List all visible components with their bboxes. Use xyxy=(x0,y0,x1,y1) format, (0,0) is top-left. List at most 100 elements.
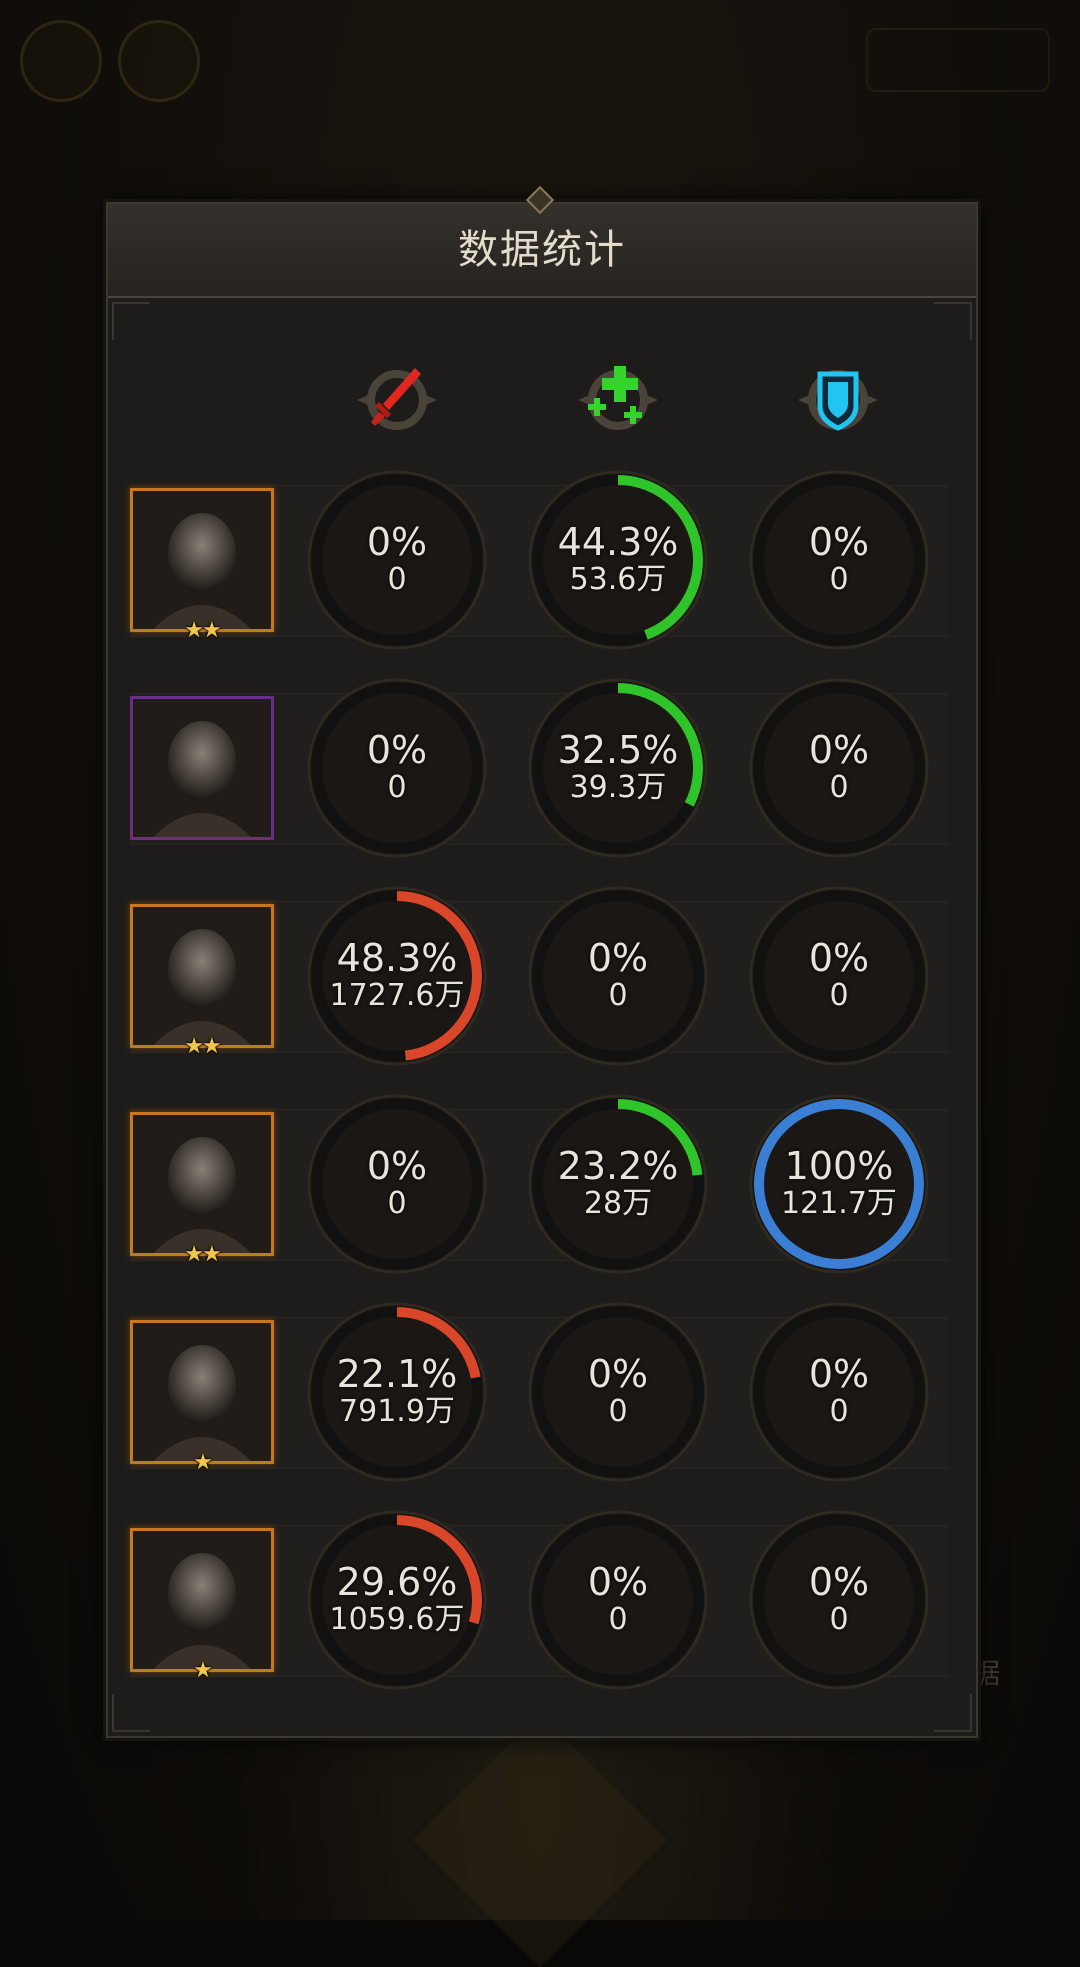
hero-portrait[interactable]: ★★ xyxy=(130,488,274,643)
stat-value: 0 xyxy=(387,1186,407,1221)
heal-stat-ring: 32.5% 39.3万 xyxy=(526,676,710,860)
stat-value: 0 xyxy=(829,1394,849,1429)
stat-text: 0% 0 xyxy=(305,1092,489,1276)
stat-text: 32.5% 39.3万 xyxy=(526,676,710,860)
stat-text: 23.2% 28万 xyxy=(526,1092,710,1276)
stat-value: 1727.6万 xyxy=(329,978,465,1013)
stat-percent: 32.5% xyxy=(557,728,679,772)
stat-percent: 0% xyxy=(366,520,428,564)
top-right-control[interactable] xyxy=(866,28,1050,92)
stat-text: 0% 0 xyxy=(747,884,931,1068)
stat-percent: 44.3% xyxy=(557,520,679,564)
stat-value: 0 xyxy=(829,770,849,805)
heal-stat-ring: 0% 0 xyxy=(526,1300,710,1484)
stat-text: 0% 0 xyxy=(526,884,710,1068)
heal-plus-icon xyxy=(570,360,666,440)
stat-percent: 0% xyxy=(808,520,870,564)
heal-stat-ring: 23.2% 28万 xyxy=(526,1092,710,1276)
star-rating: ★★ xyxy=(184,618,221,643)
stat-percent: 0% xyxy=(587,1560,649,1604)
damage-stat-ring: 22.1% 791.9万 xyxy=(305,1300,489,1484)
stat-value: 0 xyxy=(387,562,407,597)
stat-value: 39.3万 xyxy=(569,770,667,805)
stat-percent: 0% xyxy=(366,728,428,772)
hero-portrait[interactable]: ★★ xyxy=(130,904,274,1059)
stat-percent: 0% xyxy=(808,1352,870,1396)
star-rating: ★★ xyxy=(184,1034,221,1059)
shield-stat-ring: 0% 0 xyxy=(747,884,931,1068)
stat-value: 28万 xyxy=(583,1186,653,1221)
corner-ornament xyxy=(112,302,150,340)
panel-title: 数据统计 xyxy=(458,227,626,273)
corner-ornament xyxy=(934,302,972,340)
stat-percent: 0% xyxy=(587,936,649,980)
stat-value: 0 xyxy=(608,1602,628,1637)
heal-stat-ring: 44.3% 53.6万 xyxy=(526,468,710,652)
star-rating: ★ xyxy=(193,1450,213,1475)
stat-value: 791.9万 xyxy=(339,1394,455,1429)
stat-value: 0 xyxy=(829,1602,849,1637)
stat-percent: 22.1% xyxy=(336,1352,458,1396)
hero-avatar-icon xyxy=(133,907,271,1045)
shield-stat-ring: 0% 0 xyxy=(747,676,931,860)
stat-value: 0 xyxy=(608,978,628,1013)
damage-stat-ring: 0% 0 xyxy=(305,468,489,652)
stat-percent: 48.3% xyxy=(336,936,458,980)
shield-stat-ring: 100% 121.7万 xyxy=(747,1092,931,1276)
stat-value: 53.6万 xyxy=(569,562,667,597)
hero-avatar-icon xyxy=(133,1115,271,1253)
damage-stat-ring: 0% 0 xyxy=(305,676,489,860)
hero-portrait[interactable]: ★ xyxy=(130,1528,274,1683)
stat-text: 48.3% 1727.6万 xyxy=(305,884,489,1068)
stat-value: 0 xyxy=(387,770,407,805)
stat-value: 0 xyxy=(829,562,849,597)
stat-percent: 0% xyxy=(587,1352,649,1396)
damage-stat-ring: 0% 0 xyxy=(305,1092,489,1276)
corner-ornament xyxy=(934,1694,972,1732)
stat-value: 0 xyxy=(608,1394,628,1429)
stat-value: 121.7万 xyxy=(781,1186,897,1221)
title-bar: 数据统计 xyxy=(108,204,976,298)
shield-stat-ring: 0% 0 xyxy=(747,1300,931,1484)
hero-portrait[interactable]: ★★ xyxy=(130,1112,274,1267)
heal-stat-ring: 0% 0 xyxy=(526,884,710,1068)
heal-stat-ring: 0% 0 xyxy=(526,1508,710,1692)
stat-text: 0% 0 xyxy=(747,1508,931,1692)
hero-portrait[interactable]: ★ xyxy=(130,1320,274,1475)
stat-percent: 29.6% xyxy=(336,1560,458,1604)
stat-percent: 0% xyxy=(366,1144,428,1188)
stat-text: 0% 0 xyxy=(526,1508,710,1692)
stat-text: 0% 0 xyxy=(747,1300,931,1484)
stat-value: 1059.6万 xyxy=(329,1602,465,1637)
stat-text: 22.1% 791.9万 xyxy=(305,1300,489,1484)
hero-avatar-icon xyxy=(133,1323,271,1461)
stat-text: 29.6% 1059.6万 xyxy=(305,1508,489,1692)
hero-avatar-icon xyxy=(133,1531,271,1669)
stat-text: 100% 121.7万 xyxy=(747,1092,931,1276)
stat-percent: 23.2% xyxy=(557,1144,679,1188)
hero-avatar-icon xyxy=(133,491,271,629)
stat-percent: 0% xyxy=(808,1560,870,1604)
menu-button[interactable] xyxy=(118,20,200,102)
shield-icon xyxy=(790,360,886,440)
stat-value: 0 xyxy=(829,978,849,1013)
stat-text: 0% 0 xyxy=(305,468,489,652)
damage-stat-ring: 48.3% 1727.6万 xyxy=(305,884,489,1068)
stat-text: 0% 0 xyxy=(747,676,931,860)
stat-text: 0% 0 xyxy=(526,1300,710,1484)
settings-button[interactable] xyxy=(20,20,102,102)
stat-percent: 0% xyxy=(808,728,870,772)
stat-percent: 100% xyxy=(784,1144,894,1188)
stat-text: 44.3% 53.6万 xyxy=(526,468,710,652)
hero-avatar-icon xyxy=(133,699,271,837)
shield-stat-ring: 0% 0 xyxy=(747,468,931,652)
star-rating: ★ xyxy=(193,1658,213,1683)
star-rating: ★★ xyxy=(184,1242,221,1267)
hero-portrait[interactable] xyxy=(130,696,274,840)
shield-stat-ring: 0% 0 xyxy=(747,1508,931,1692)
damage-stat-ring: 29.6% 1059.6万 xyxy=(305,1508,489,1692)
stat-percent: 0% xyxy=(808,936,870,980)
sword-icon xyxy=(349,360,445,440)
stat-text: 0% 0 xyxy=(747,468,931,652)
stat-text: 0% 0 xyxy=(305,676,489,860)
